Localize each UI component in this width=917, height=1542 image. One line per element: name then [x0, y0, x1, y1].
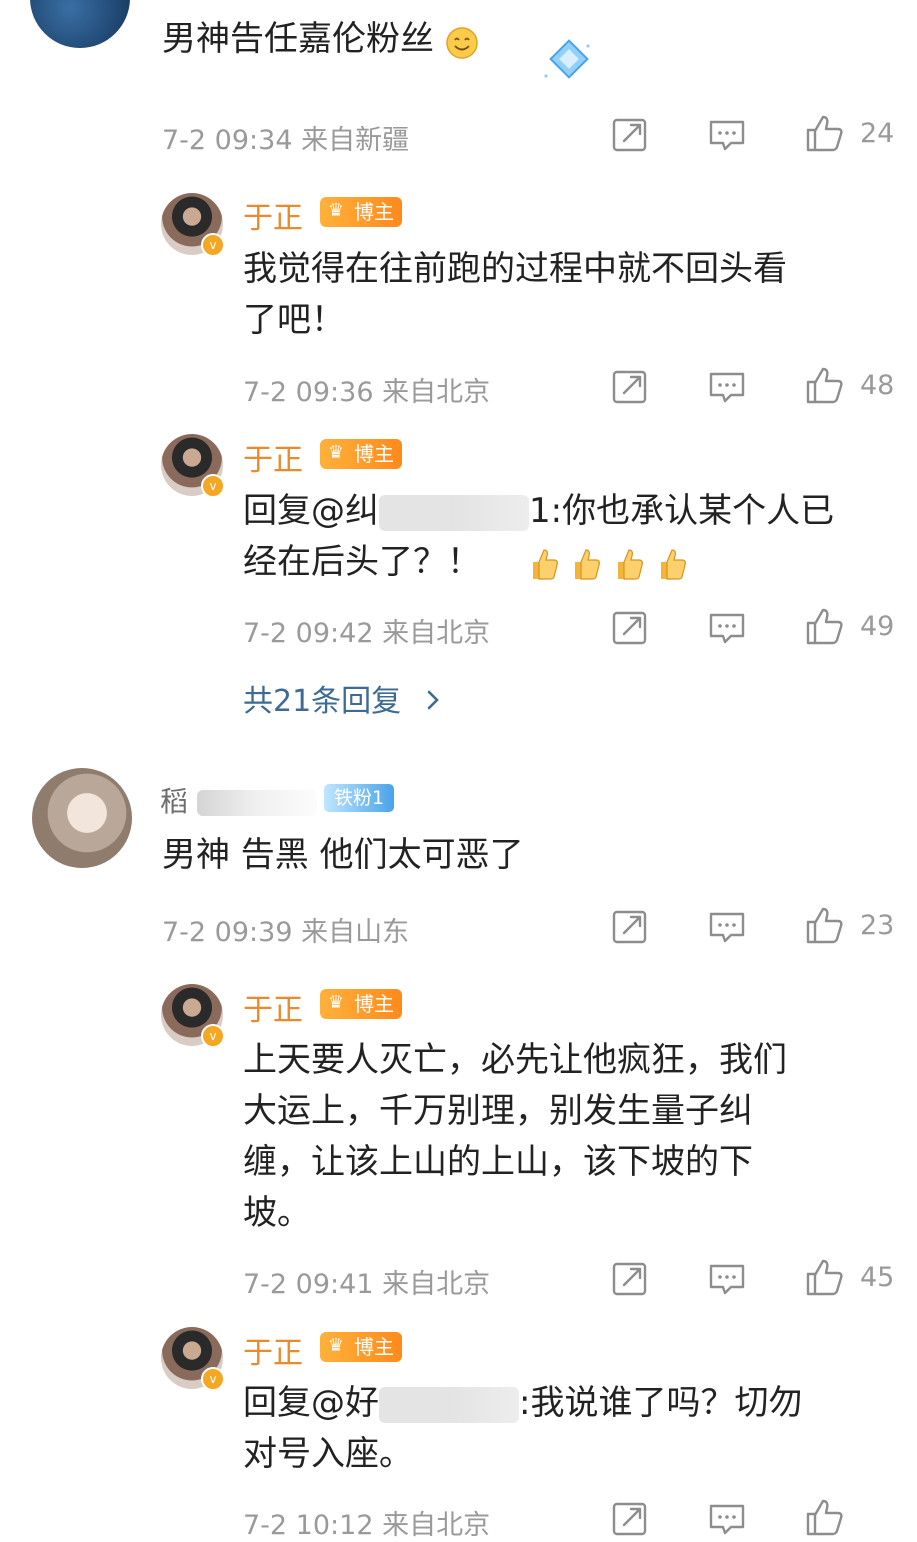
reply-text: 回复@纠 1:你也承认某个人已 经在后头了？！ [243, 491, 835, 582]
avatar[interactable]: v [161, 434, 225, 498]
thumbs-up-icon[interactable] [804, 1497, 844, 1537]
reply-author[interactable]: 于正 [243, 1328, 303, 1372]
comment-icon[interactable] [707, 1499, 747, 1539]
crown-icon: ♛ [327, 442, 345, 463]
comment-icon[interactable] [707, 115, 747, 155]
avatar[interactable] [32, 768, 132, 868]
more-replies-link[interactable]: 共21条回复 [243, 676, 441, 720]
reply-text: 回复@好:我说谁了吗？切勿 对号入座。 [243, 1383, 803, 1474]
diamond-icon [536, 36, 600, 88]
thumbs-up-icon[interactable] [804, 1257, 844, 1297]
reply-meta: 7-2 09:41 来自北京 [243, 1269, 491, 1300]
avatar[interactable] [30, 0, 130, 48]
chevron-right-icon [425, 684, 441, 719]
crown-icon: ♛ [327, 992, 345, 1013]
reply-author[interactable]: 于正 [243, 435, 303, 479]
like-count: 49 [860, 611, 895, 642]
like-count: 45 [860, 1262, 895, 1293]
blogger-badge: ♛ 博主 [320, 1332, 402, 1362]
thumbs-up-icon[interactable] [804, 365, 844, 405]
share-icon[interactable] [610, 608, 650, 648]
verified-v-icon: v [201, 1024, 225, 1048]
redacted-username [379, 494, 529, 531]
thumbs-up-icon[interactable] [804, 606, 844, 646]
thumbs-up-emoji-icon [569, 547, 601, 581]
fan-badge: 铁粉1 [324, 784, 395, 812]
comment-text: 男神 告黑 他们太可恶了 [162, 835, 524, 875]
share-icon[interactable] [610, 115, 650, 155]
thumbs-up-emoji-icon [612, 547, 644, 581]
reply-meta: 7-2 10:12 来自北京 [243, 1510, 491, 1541]
verified-v-icon: v [201, 474, 225, 498]
redacted-username [379, 1386, 519, 1423]
blogger-badge: ♛ 博主 [320, 989, 402, 1019]
thumbs-up-emoji-icon [655, 547, 687, 581]
share-icon[interactable] [610, 907, 650, 947]
reply-author[interactable]: 于正 [243, 985, 303, 1029]
avatar[interactable]: v [161, 193, 225, 257]
crown-icon: ♛ [327, 1335, 345, 1356]
avatar[interactable]: v [161, 984, 225, 1048]
comment-text: 男神告任嘉伦粉丝 [162, 14, 479, 65]
comment-icon[interactable] [707, 367, 747, 407]
like-count: 23 [860, 910, 895, 941]
reply-author[interactable]: 于正 [243, 193, 303, 237]
thumbs-up-icon[interactable] [804, 113, 844, 153]
comment-icon[interactable] [707, 608, 747, 648]
share-icon[interactable] [610, 1259, 650, 1299]
avatar[interactable]: v [161, 1327, 225, 1391]
reply-text: 我觉得在往前跑的过程中就不回头看 了吧！ [243, 249, 787, 340]
like-count: 48 [860, 370, 895, 401]
comment-icon[interactable] [707, 907, 747, 947]
blogger-badge: ♛ 博主 [320, 439, 402, 469]
crown-icon: ♛ [327, 200, 345, 221]
share-icon[interactable] [610, 367, 650, 407]
thumbs-up-emoji-icon [527, 547, 559, 581]
comment-meta: 7-2 09:34 来自新疆 [162, 125, 410, 156]
username[interactable]: 稻 [160, 780, 317, 820]
reply-meta: 7-2 09:36 来自北京 [243, 377, 491, 408]
like-count: 24 [860, 118, 895, 149]
verified-v-icon: v [201, 233, 225, 257]
smile-emoji-icon [445, 24, 479, 59]
verified-v-icon: v [201, 1367, 225, 1391]
reply-text: 上天要人灭亡，必先让他疯狂，我们 大运上，千万别理，别发生量子纠 缠，让该上山的… [243, 1040, 787, 1233]
comment-meta: 7-2 09:39 来自山东 [162, 917, 410, 948]
blogger-badge: ♛ 博主 [320, 197, 402, 227]
share-icon[interactable] [610, 1499, 650, 1539]
comment-icon[interactable] [707, 1259, 747, 1299]
reply-meta: 7-2 09:42 来自北京 [243, 618, 491, 649]
thumbs-up-icon[interactable] [804, 905, 844, 945]
